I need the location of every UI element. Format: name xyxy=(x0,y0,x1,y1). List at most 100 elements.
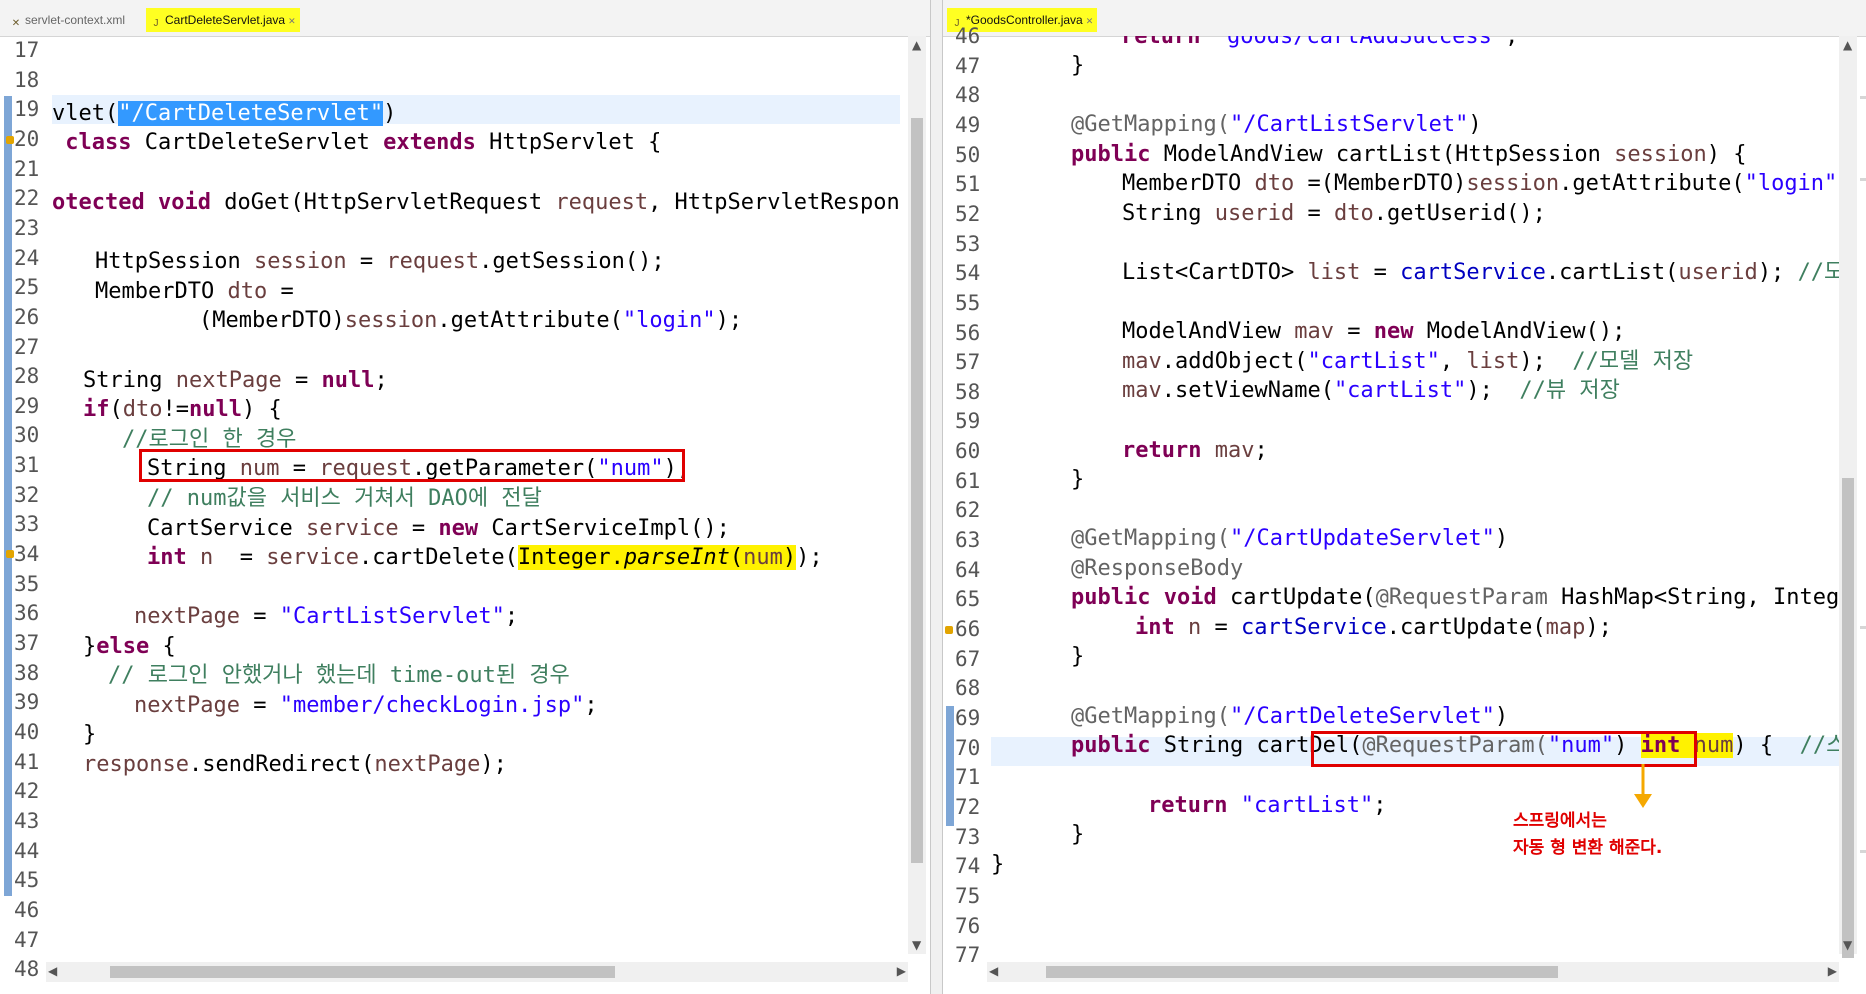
code-line-24: HttpSession session = request.getSession… xyxy=(95,249,665,274)
line-number: 56 xyxy=(955,320,981,345)
left-hscroll-thumb[interactable] xyxy=(110,966,615,978)
code-line-73: } xyxy=(1071,822,1085,847)
scroll-left-icon[interactable]: ◀ xyxy=(989,964,998,978)
warning-marker-icon xyxy=(945,626,953,634)
line-number: 40 xyxy=(14,719,40,744)
right-horizontal-scrollbar[interactable]: ◀ ▶ xyxy=(987,962,1839,982)
right-vscroll-thumb[interactable] xyxy=(1842,478,1854,958)
line-number: 60 xyxy=(955,439,981,464)
left-editor-pane: ✕ servlet-context.xml J CartDeleteServlet.… xyxy=(0,0,932,994)
scroll-down-icon[interactable]: ▼ xyxy=(912,938,921,952)
line-number: 65 xyxy=(955,587,981,612)
line-number: 21 xyxy=(14,156,40,181)
right-vertical-scrollbar[interactable]: ▲ ▼ xyxy=(1839,36,1857,958)
line-number: 48 xyxy=(955,83,981,108)
code-line-67: } xyxy=(1071,644,1085,669)
code-line-41: response.sendRedirect(nextPage); xyxy=(83,752,507,777)
code-line-19: vlet("/CartDeleteServlet") xyxy=(52,101,397,126)
line-number: 63 xyxy=(955,528,981,553)
code-line-25: MemberDTO dto = xyxy=(95,279,294,304)
line-number: 31 xyxy=(14,453,40,478)
line-number: 32 xyxy=(14,482,40,507)
left-vscroll-thumb[interactable] xyxy=(911,118,923,863)
right-tab-bar: J *GoodsController.java ✕ xyxy=(943,0,1866,37)
left-code-area[interactable]: vlet("/CartDeleteServlet") class CartDel… xyxy=(52,36,900,954)
close-icon[interactable]: ✕ xyxy=(1086,16,1094,26)
code-line-66: int n = cartService.cartUpdate(map); xyxy=(1135,615,1612,640)
tab-cart-delete-servlet[interactable]: J CartDeleteServlet.java ✕ xyxy=(146,8,300,32)
code-line-50: public ModelAndView cartList(HttpSession… xyxy=(1071,142,1747,167)
line-number: 61 xyxy=(955,468,981,493)
line-number: 48 xyxy=(14,957,40,982)
line-number: 74 xyxy=(955,854,981,879)
right-code-area[interactable]: return "goods/cartAddSuccess"; } @GetMap… xyxy=(991,36,1843,954)
code-line-56: ModelAndView mav = new ModelAndView(); xyxy=(1122,319,1626,344)
tab-servlet-context[interactable]: ✕ servlet-context.xml xyxy=(6,8,129,32)
line-number: 64 xyxy=(955,557,981,582)
line-number: 54 xyxy=(955,261,981,286)
line-number: 77 xyxy=(955,943,981,968)
line-number: 26 xyxy=(14,304,40,329)
line-number: 62 xyxy=(955,498,981,523)
line-number: 45 xyxy=(14,868,40,893)
code-line-22: otected void doGet(HttpServletRequest re… xyxy=(52,190,900,215)
line-number: 72 xyxy=(955,794,981,819)
pane-divider[interactable] xyxy=(931,0,942,994)
scroll-left-icon[interactable]: ◀ xyxy=(48,964,57,978)
code-line-60: return mav; xyxy=(1122,438,1268,463)
code-line-37: }else { xyxy=(83,634,176,659)
left-horizontal-scrollbar[interactable]: ◀ ▶ xyxy=(46,962,908,982)
line-number: 47 xyxy=(955,53,981,78)
code-line-69: @GetMapping("/CartDeleteServlet") xyxy=(1071,704,1509,729)
code-line-49: @GetMapping("/CartListServlet") xyxy=(1071,112,1482,137)
close-icon[interactable]: ✕ xyxy=(288,16,296,26)
right-hscroll-thumb[interactable] xyxy=(1046,966,1558,978)
line-number: 75 xyxy=(955,883,981,908)
scroll-up-icon[interactable]: ▲ xyxy=(912,38,921,52)
scroll-down-icon[interactable]: ▼ xyxy=(1843,938,1852,952)
code-line-46: return "goods/cartAddSuccess"; xyxy=(1121,36,1519,49)
line-number: 29 xyxy=(14,393,40,418)
arrow-down-icon xyxy=(1634,764,1652,808)
line-number: 33 xyxy=(14,512,40,537)
line-number: 20 xyxy=(14,126,40,151)
scroll-up-icon[interactable]: ▲ xyxy=(1843,38,1852,52)
code-line-32: // num값을 서비스 거쳐서 DAO에 전달 xyxy=(147,486,542,511)
code-line-29: if(dto!=null) { xyxy=(83,397,282,422)
line-number: 17 xyxy=(14,38,40,62)
line-number: 57 xyxy=(955,350,981,375)
code-line-28: String nextPage = null; xyxy=(83,368,388,393)
line-number: 38 xyxy=(14,660,40,685)
code-line-52: String userid = dto.getUserid(); xyxy=(1122,201,1546,226)
code-line-51: MemberDTO dto =(MemberDTO)session.getAtt… xyxy=(1122,171,1843,196)
overview-marker xyxy=(1860,96,1866,99)
line-number: 18 xyxy=(14,67,40,92)
code-line-61: } xyxy=(1071,467,1085,492)
line-number: 46 xyxy=(955,24,981,48)
code-line-72: return "cartList"; xyxy=(1148,793,1387,818)
line-number: 52 xyxy=(955,201,981,226)
left-vertical-scrollbar[interactable]: ▲ ▼ xyxy=(908,36,926,954)
scroll-right-icon[interactable]: ▶ xyxy=(1828,964,1837,978)
code-line-58: mav.setViewName("cartList"); //뷰 저장 xyxy=(1122,378,1620,403)
xml-file-icon: ✕ xyxy=(11,18,21,29)
code-line-63: @GetMapping("/CartUpdateServlet") xyxy=(1071,526,1509,551)
line-number: 23 xyxy=(14,215,40,240)
line-number: 49 xyxy=(955,112,981,137)
line-number: 41 xyxy=(14,749,40,774)
line-number: 71 xyxy=(955,765,981,790)
line-number: 59 xyxy=(955,409,981,434)
line-number: 55 xyxy=(955,290,981,315)
scroll-right-icon[interactable]: ▶ xyxy=(897,964,906,978)
code-line-34: int n = service.cartDelete(Integer.parse… xyxy=(147,545,823,570)
line-number: 36 xyxy=(14,601,40,626)
change-bar xyxy=(946,706,954,826)
java-file-icon: J xyxy=(153,18,159,29)
overview-marker xyxy=(1860,850,1866,853)
code-line-38: // 로그인 안했거나 했는데 time-out된 경우 xyxy=(108,663,570,688)
code-line-65: public void cartUpdate(@RequestParam Has… xyxy=(1071,585,1843,610)
code-line-57: mav.addObject("cartList", list); //모델 저장 xyxy=(1122,349,1694,374)
line-number: 25 xyxy=(14,275,40,300)
line-number: 58 xyxy=(955,379,981,404)
line-number: 73 xyxy=(955,824,981,849)
